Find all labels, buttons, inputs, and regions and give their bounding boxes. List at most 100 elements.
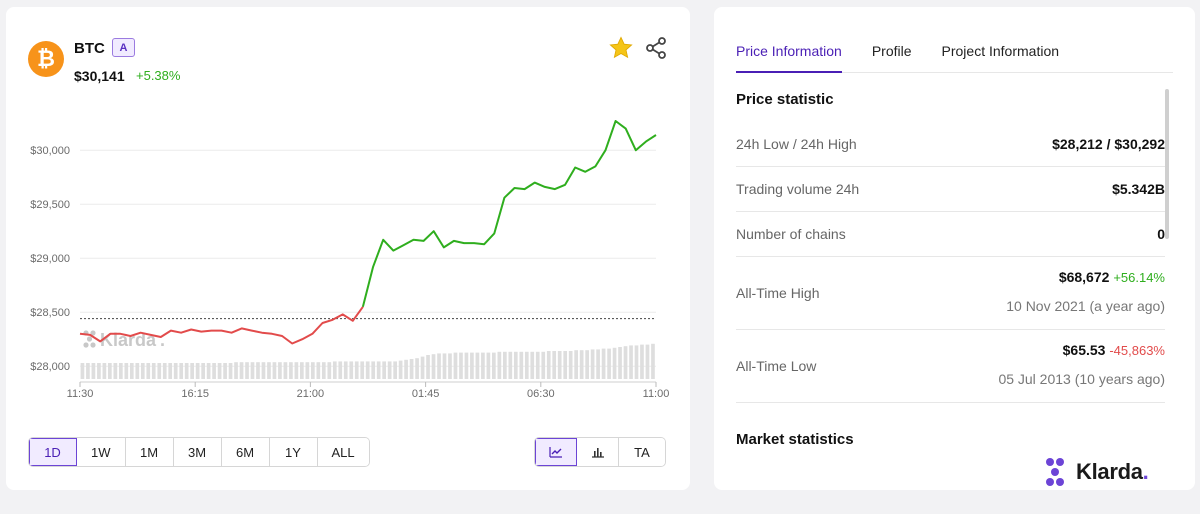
volume-bar: [640, 344, 644, 379]
volume-bar: [409, 359, 414, 379]
tab-profile[interactable]: Profile: [872, 33, 912, 73]
volume-bar: [404, 359, 408, 379]
volume-bar: [311, 362, 315, 379]
ath-date: 10 Nov 2021 (a year ago): [1006, 298, 1165, 314]
volume-bar: [102, 363, 107, 379]
stat-value: 0: [1157, 226, 1165, 242]
volume-bar: [256, 362, 260, 379]
tab-price-information[interactable]: Price Information: [736, 33, 842, 73]
watermark-logo-icon: [83, 330, 96, 348]
volume-bar: [524, 351, 529, 379]
volume-bar: [398, 360, 403, 379]
volume-bar: [645, 344, 650, 379]
x-tick-label: 21:00: [297, 388, 325, 400]
market-statistics-title: Market statistics: [736, 431, 854, 448]
volume-bar: [365, 361, 370, 379]
atl-change: -45,863%: [1109, 343, 1165, 358]
volume-bar: [119, 363, 123, 379]
scrollbar[interactable]: [1165, 89, 1169, 239]
volume-bar: [151, 363, 156, 379]
volume-bar: [475, 352, 480, 379]
volume-bar: [157, 363, 162, 379]
volume-bar: [508, 351, 513, 379]
stat-label: Number of chains: [736, 226, 846, 242]
range-button-3m[interactable]: 3M: [173, 438, 222, 466]
volume-bar: [321, 362, 326, 379]
range-button-1y[interactable]: 1Y: [269, 438, 318, 466]
range-button-1m[interactable]: 1M: [125, 438, 174, 466]
price-chart: $28,000 $28,500 $29,000 $29,500 $30,000 Klar…: [30, 120, 670, 400]
volume-bar: [612, 347, 617, 379]
volume-bar: [289, 362, 293, 379]
y-tick-label: $28,500: [30, 307, 70, 319]
price-chart-card: ₿ BTC A $30,141 +5.38% $28,000 $28,500 $29…: [6, 7, 690, 490]
volume-bar: [552, 351, 557, 379]
volume-bar: [590, 349, 595, 379]
volume-bar: [217, 363, 222, 379]
volume-bar: [607, 348, 611, 379]
volume-bar: [442, 353, 447, 379]
y-tick-label: $30,000: [30, 145, 70, 157]
volume-bar: [228, 363, 233, 379]
volume-bar: [618, 347, 622, 379]
volume-bar: [168, 363, 173, 379]
klarda-brand: Klarda.: [1044, 457, 1149, 487]
volume-bar: [557, 351, 562, 379]
volume-bar: [481, 352, 485, 379]
tab-project-information[interactable]: Project Information: [942, 33, 1060, 73]
ath-change: +56.14%: [1113, 270, 1165, 285]
volume-bar: [426, 355, 430, 379]
x-tick-label: 11:30: [67, 388, 94, 400]
stat-value: $5.342B: [1112, 181, 1165, 197]
volume-bar: [162, 363, 167, 379]
volume-bar: [574, 350, 578, 379]
bar-chart-icon[interactable]: [577, 438, 619, 466]
x-tick-label: 11:00: [643, 388, 670, 400]
volume-bar: [585, 350, 589, 379]
range-button-1w[interactable]: 1W: [77, 438, 126, 466]
volume-bar: [415, 358, 419, 379]
ath-price: $68,672: [1058, 269, 1110, 285]
volume-bar: [568, 351, 573, 379]
range-button-6m[interactable]: 6M: [221, 438, 270, 466]
volume-bar: [108, 363, 112, 379]
volume-bar: [338, 361, 343, 379]
volume-bar: [212, 363, 216, 379]
volume-bar: [486, 352, 491, 379]
volume-bar: [80, 363, 85, 379]
volume-bar: [563, 351, 568, 379]
volume-bar: [393, 361, 397, 379]
volume-bar: [261, 362, 266, 379]
stat-row-all-time-high: All-Time High $68,672 +56.14% 10 Nov 202…: [736, 257, 1165, 330]
volume-bar: [234, 362, 238, 379]
range-button-1d[interactable]: 1D: [29, 438, 77, 466]
volume-bar: [135, 363, 140, 379]
stat-row-all-time-low: All-Time Low $65.53 -45,863% 05 Jul 2013…: [736, 330, 1165, 403]
volume-bar: [629, 345, 633, 379]
chart-type-selector: TA: [534, 437, 666, 467]
x-tick-label: 06:30: [527, 388, 555, 400]
stat-row-trading-volume: Trading volume 24h $5.342B: [736, 167, 1165, 212]
volume-bar: [140, 363, 145, 379]
volume-bar: [448, 353, 452, 379]
volume-bar: [305, 362, 310, 379]
volume-bar: [651, 343, 655, 379]
volume-bar: [535, 351, 540, 379]
volume-bar: [530, 351, 535, 379]
watermark-dot: .: [160, 330, 165, 350]
volume-bar: [332, 361, 337, 379]
price-info-card: Price Information Profile Project Inform…: [714, 7, 1195, 490]
x-tick-label: 16:15: [181, 388, 209, 400]
volume-bar: [470, 352, 474, 379]
range-button-all[interactable]: ALL: [317, 438, 369, 466]
y-tick-label: $29,500: [30, 199, 70, 211]
technical-analysis-button[interactable]: TA: [619, 438, 665, 466]
stat-value: $68,672 +56.14%: [1059, 269, 1165, 285]
volume-bar: [371, 361, 376, 379]
line-chart-icon[interactable]: [535, 438, 577, 466]
volume-bar: [86, 363, 90, 379]
time-range-selector: 1D 1W 1M 3M 6M 1Y ALL: [28, 437, 370, 467]
volume-bar: [294, 362, 299, 379]
volume-bar: [113, 363, 118, 379]
stat-label: 24h Low / 24h High: [736, 136, 857, 152]
